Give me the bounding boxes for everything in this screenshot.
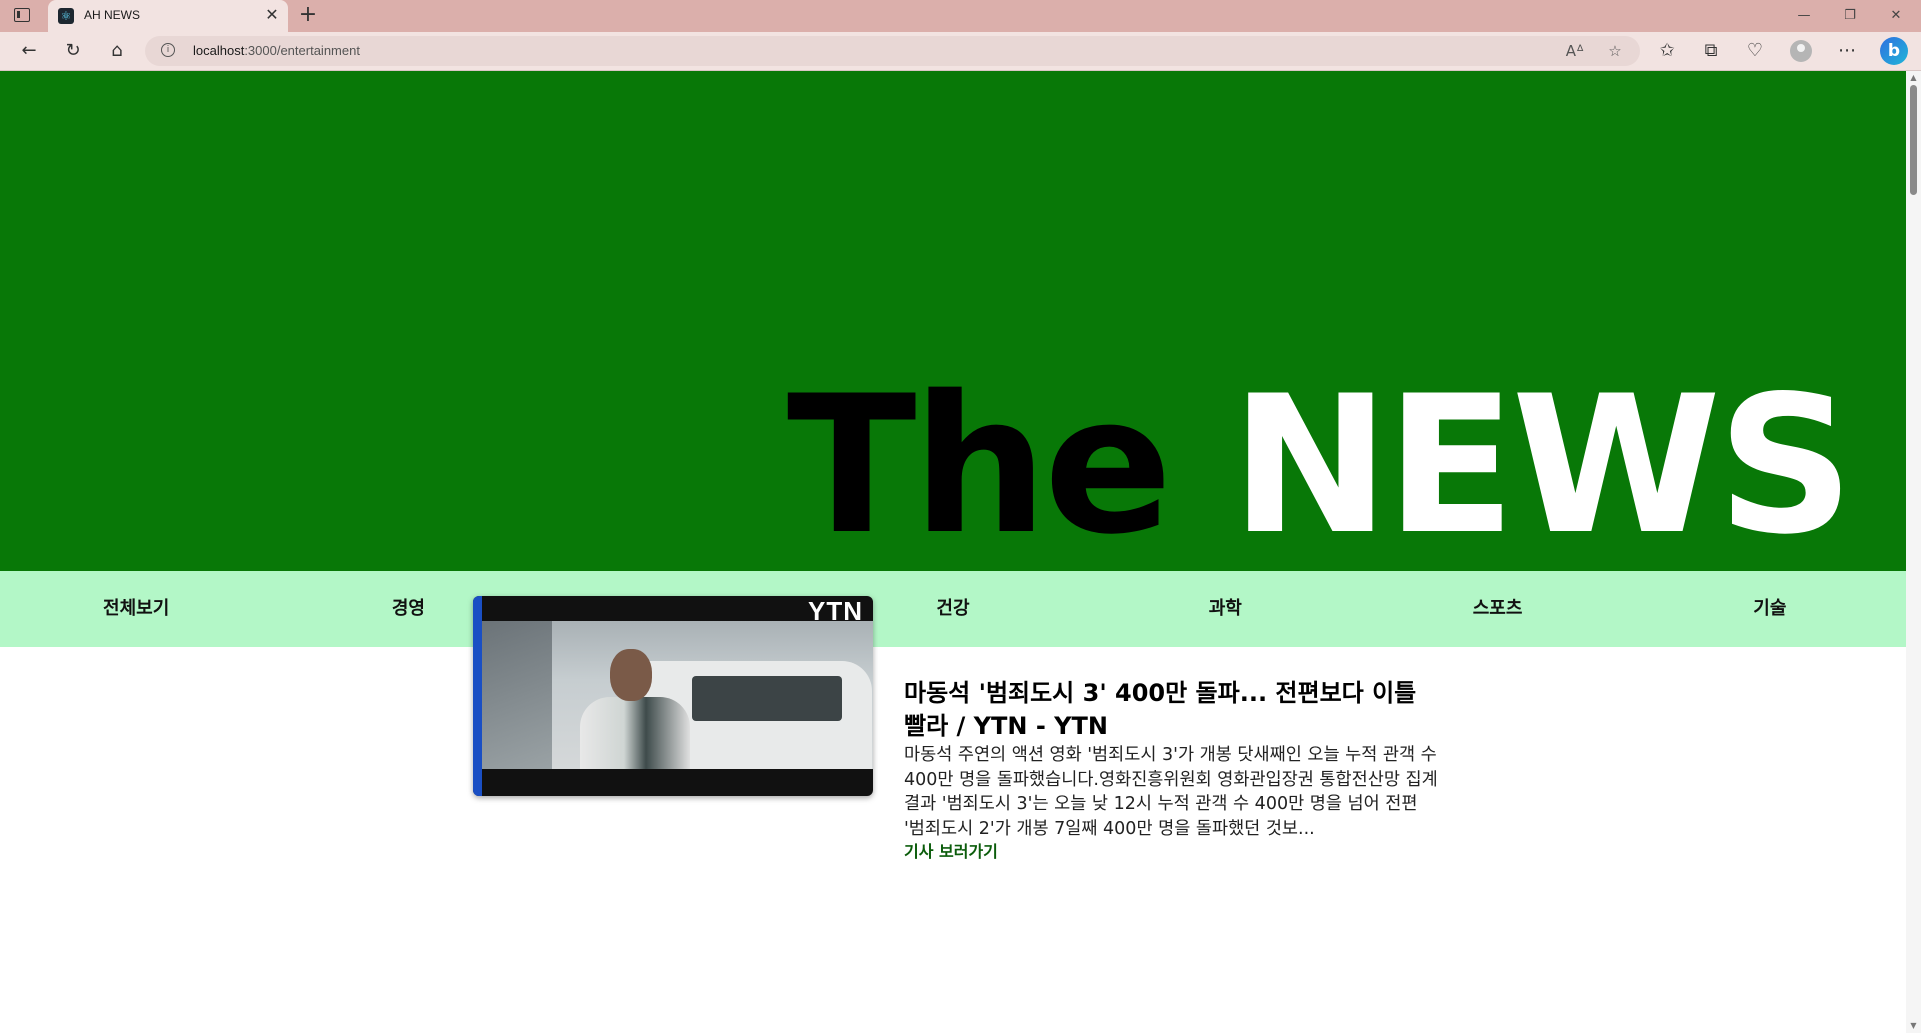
favorites-icon[interactable]: ✩ <box>1654 39 1680 63</box>
article-content: 마동석 '범죄도시 3' 400만 돌파... 전편보다 이틀 빨라 / YTN… <box>904 677 1439 863</box>
tab-actions-icon[interactable] <box>14 8 30 22</box>
browser-tab-strip: ⚛ AH NEWS ✕ + — ❐ ✕ <box>0 0 1921 32</box>
read-article-link[interactable]: 기사 보러가기 <box>904 841 998 863</box>
bing-copilot-icon[interactable]: b <box>1880 37 1908 65</box>
nav-item-science[interactable]: 과학 <box>1089 571 1361 647</box>
refresh-icon[interactable]: ↻ <box>60 39 86 63</box>
window-close-icon[interactable]: ✕ <box>1878 4 1914 28</box>
nav-item-technology[interactable]: 기술 <box>1634 571 1906 647</box>
photo-car-window <box>692 676 842 721</box>
logo-word-the: The <box>786 355 1173 576</box>
site-logo-title: The NEWS <box>787 371 1854 561</box>
url-host: localhost <box>193 43 245 58</box>
photo-person <box>570 649 700 769</box>
browser-toolbar: ← ↻ ⌂ i localhost:3000/entertainment Aᐞ … <box>0 32 1921 71</box>
tab-title: AH NEWS <box>84 8 141 22</box>
article-thumbnail[interactable]: YTN <box>473 596 873 796</box>
minimize-icon[interactable]: — <box>1786 4 1822 28</box>
photo-person-head <box>610 649 652 701</box>
address-url[interactable]: localhost:3000/entertainment <box>193 43 360 58</box>
browser-essentials-icon[interactable]: ♡ <box>1742 39 1768 63</box>
more-options-icon[interactable]: ⋯ <box>1834 39 1860 63</box>
scroll-thumb[interactable] <box>1910 85 1917 195</box>
category-nav: 전체보기 경영 연예 건강 과학 스포츠 기술 <box>0 571 1906 647</box>
site-info-icon[interactable]: i <box>161 43 175 57</box>
new-tab-button[interactable]: + <box>296 4 320 28</box>
photo-person-jacket <box>580 697 690 769</box>
home-icon[interactable]: ⌂ <box>104 39 130 63</box>
article-description: 마동석 주연의 액션 영화 '범죄도시 3'가 개봉 닷새째인 오늘 누적 관객… <box>904 745 1438 839</box>
read-aloud-label: A <box>1565 42 1577 60</box>
hero-banner: The NEWS <box>0 71 1906 571</box>
scroll-up-icon[interactable]: ▲ <box>1906 71 1921 85</box>
address-bar[interactable]: i localhost:3000/entertainment Aᐞ ☆ <box>145 36 1640 66</box>
favorite-star-icon[interactable]: ☆ <box>1603 39 1627 63</box>
nav-item-sports[interactable]: 스포츠 <box>1361 571 1633 647</box>
page-scrollbar[interactable]: ▲ ▼ <box>1906 71 1921 1033</box>
read-aloud-icon[interactable]: Aᐞ <box>1563 39 1587 63</box>
thumbnail-accent-bar <box>473 596 482 796</box>
photo-car-door <box>482 621 552 769</box>
article-title[interactable]: 마동석 '범죄도시 3' 400만 돌파... 전편보다 이틀 빨라 / YTN… <box>904 677 1439 743</box>
page-viewport: The NEWS 전체보기 경영 연예 건강 과학 스포츠 기술 YTN 마동석… <box>0 71 1906 1033</box>
profile-avatar[interactable] <box>1790 40 1812 62</box>
thumbnail-photo <box>482 621 873 769</box>
browser-tab[interactable]: ⚛ AH NEWS ✕ <box>48 0 288 32</box>
back-icon[interactable]: ← <box>16 39 42 63</box>
react-favicon-icon: ⚛ <box>58 8 74 24</box>
logo-word-news: NEWS <box>1230 355 1854 576</box>
restore-icon[interactable]: ❐ <box>1832 4 1868 28</box>
collections-icon[interactable]: ⧉ <box>1698 39 1724 63</box>
close-tab-icon[interactable]: ✕ <box>262 5 282 25</box>
url-path: :3000/entertainment <box>244 43 360 58</box>
scroll-down-icon[interactable]: ▼ <box>1906 1019 1921 1033</box>
nav-item-all[interactable]: 전체보기 <box>0 571 272 647</box>
